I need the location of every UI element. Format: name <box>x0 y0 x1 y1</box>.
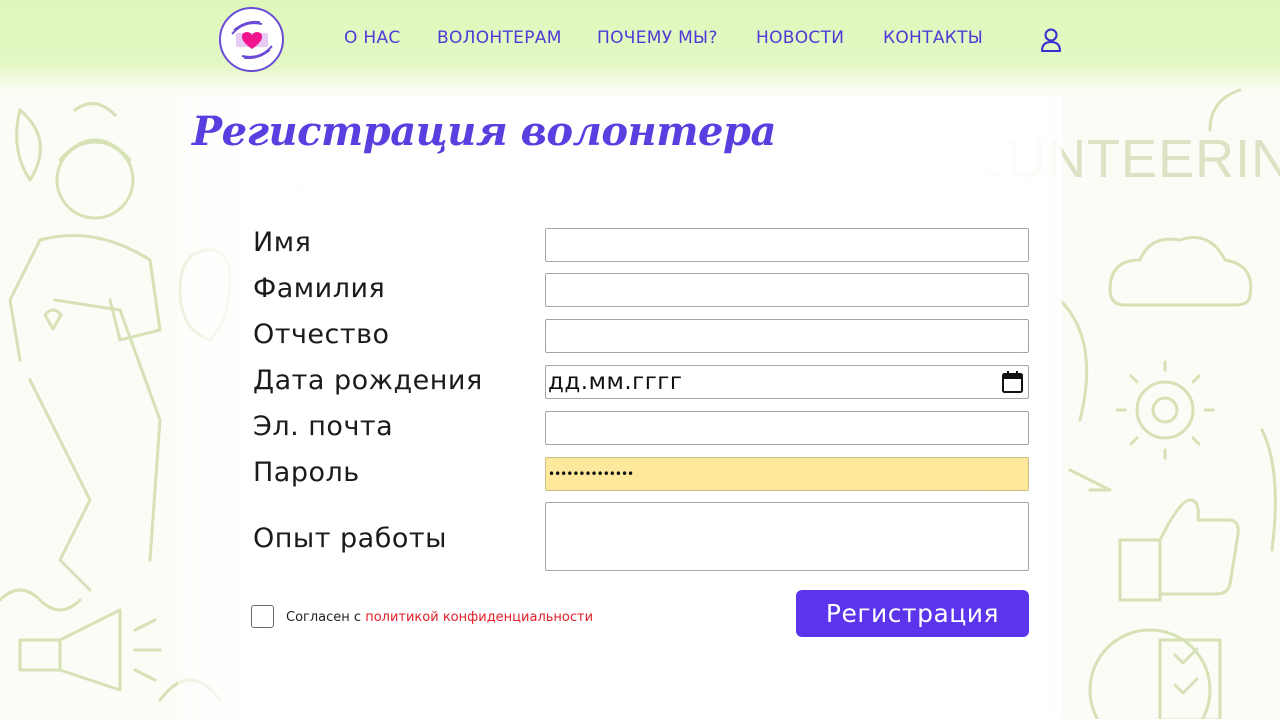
nav-item-about[interactable]: О НАС <box>344 28 401 48</box>
first-name-input[interactable] <box>546 229 1028 261</box>
email-input[interactable] <box>546 412 1028 444</box>
last-name-field <box>545 273 1029 307</box>
privacy-agree-label: Согласен с <box>286 610 366 625</box>
first-name-label: Имя <box>253 227 312 258</box>
register-button[interactable]: Регистрация <box>796 590 1029 637</box>
birth-date-input[interactable] <box>546 366 1028 398</box>
user-icon[interactable] <box>1039 27 1063 53</box>
birth-date-label: Дата рождения <box>253 365 483 396</box>
patronymic-input[interactable] <box>546 320 1028 352</box>
experience-label: Опыт работы <box>253 523 447 554</box>
password-field <box>545 457 1029 491</box>
first-name-field <box>545 228 1029 262</box>
email-field <box>545 411 1029 445</box>
experience-field <box>545 502 1029 571</box>
patronymic-label: Отчество <box>253 319 390 350</box>
email-label: Эл. почта <box>253 411 394 442</box>
page-title: Регистрация волонтера <box>192 108 776 155</box>
logo[interactable] <box>219 7 284 72</box>
site-header: О НАС ВОЛОНТЕРАМ ПОЧЕМУ МЫ? НОВОСТИ КОНТ… <box>0 0 1280 90</box>
password-label: Пароль <box>253 457 360 488</box>
patronymic-field <box>545 319 1029 353</box>
nav-item-contacts[interactable]: КОНТАКТЫ <box>883 28 983 48</box>
heart-hands-logo-icon <box>230 20 273 59</box>
calendar-icon[interactable] <box>1000 370 1025 395</box>
privacy-policy-link[interactable]: политикой конфиденциальности <box>365 610 593 625</box>
password-input[interactable] <box>546 458 1028 490</box>
last-name-input[interactable] <box>546 274 1028 306</box>
birth-date-field <box>545 365 1029 399</box>
nav-item-volunteers[interactable]: ВОЛОНТЕРАМ <box>437 28 562 48</box>
nav-item-why-us[interactable]: ПОЧЕМУ МЫ? <box>597 28 718 48</box>
privacy-agree-checkbox[interactable] <box>251 605 274 628</box>
experience-textarea[interactable] <box>546 503 1028 570</box>
nav-item-news[interactable]: НОВОСТИ <box>756 28 844 48</box>
privacy-agree-text: Согласен с политикой конфиденциальности <box>286 610 593 625</box>
last-name-label: Фамилия <box>253 273 386 304</box>
